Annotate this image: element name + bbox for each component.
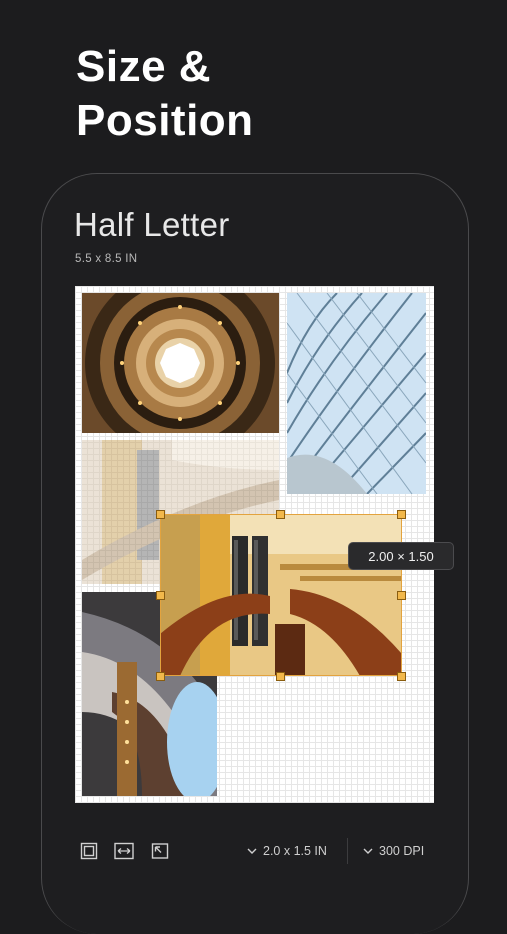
dpi-dropdown-label: 300 DPI bbox=[379, 844, 425, 858]
photo-dome[interactable] bbox=[82, 293, 279, 433]
stretch-width-icon[interactable] bbox=[114, 841, 134, 861]
resize-handle-top-left[interactable] bbox=[156, 510, 165, 519]
chevron-down-icon bbox=[247, 848, 257, 854]
page-headline: Size & Position bbox=[76, 40, 254, 148]
headline-line-1: Size & bbox=[76, 42, 212, 91]
align-corner-icon[interactable] bbox=[150, 841, 170, 861]
size-dropdown-label: 2.0 x 1.5 IN bbox=[263, 844, 327, 858]
headline-line-2: Position bbox=[76, 96, 254, 145]
fit-frame-icon[interactable] bbox=[79, 841, 99, 861]
document-title: Half Letter bbox=[74, 206, 230, 243]
dimensions-tooltip: 2.00 × 1.50 bbox=[348, 542, 454, 570]
resize-handle-middle-right[interactable] bbox=[397, 591, 406, 600]
resize-handle-bottom-center[interactable] bbox=[276, 672, 285, 681]
dpi-dropdown[interactable]: 300 DPI bbox=[363, 841, 424, 861]
resize-handle-bottom-right[interactable] bbox=[397, 672, 406, 681]
photo-escalator-selected[interactable] bbox=[160, 514, 402, 676]
resize-handle-middle-left[interactable] bbox=[156, 591, 165, 600]
resize-handle-bottom-left[interactable] bbox=[156, 672, 165, 681]
chevron-down-icon bbox=[363, 848, 373, 854]
resize-handle-top-right[interactable] bbox=[397, 510, 406, 519]
document-size-label: 5.5 x 8.5 IN bbox=[75, 253, 138, 265]
resize-handle-top-center[interactable] bbox=[276, 510, 285, 519]
bottom-toolbar: 2.0 x 1.5 IN 300 DPI bbox=[75, 834, 435, 868]
photo-glass-roof[interactable] bbox=[287, 293, 426, 494]
toolbar-divider bbox=[347, 838, 348, 864]
size-dropdown[interactable]: 2.0 x 1.5 IN bbox=[247, 841, 327, 861]
